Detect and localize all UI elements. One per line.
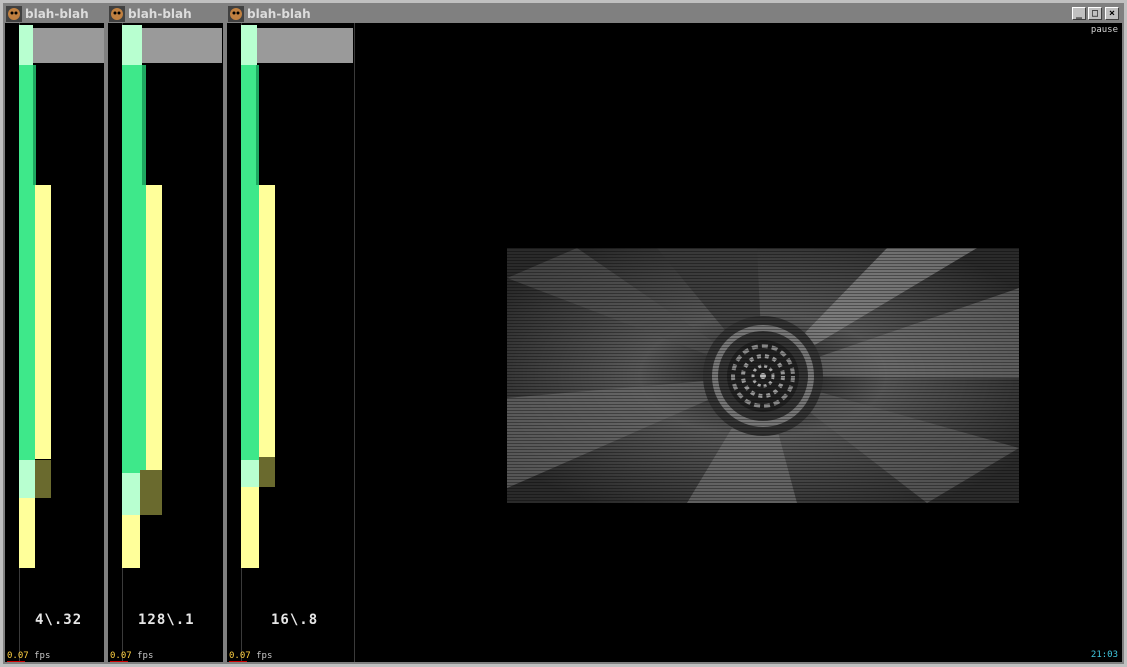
- app-logo-icon: [109, 6, 125, 22]
- yellow-bar: [259, 185, 275, 457]
- close-icon: ×: [1108, 8, 1116, 19]
- yellow-bar: [146, 185, 162, 470]
- app-logo-icon: [6, 6, 22, 22]
- ratio-label: 16\.8: [271, 612, 319, 628]
- light-green-lower: [122, 473, 140, 515]
- light-green-bar: [122, 25, 142, 65]
- maximize-button[interactable]: □: [1088, 7, 1102, 20]
- olive-bar: [259, 457, 275, 487]
- main-viewport: 16\.8 0.07 fps pause 21:03: [227, 23, 1122, 662]
- debug-window-2: blah-blah 128\.1 0.07 fps: [106, 3, 225, 664]
- close-button[interactable]: ×: [1105, 7, 1119, 20]
- window-title-bar[interactable]: blah-blah: [108, 5, 223, 23]
- yellow-lower-bar: [241, 487, 259, 568]
- olive-bar: [140, 470, 162, 515]
- profiler-graph: 4\.32 0.07 fps: [5, 23, 104, 662]
- olive-bar: [35, 460, 51, 498]
- yellow-lower-bar: [122, 515, 140, 568]
- window-title-bar[interactable]: blah-blah: [5, 5, 104, 23]
- window-title: blah-blah: [247, 7, 311, 21]
- render-preview-image: [507, 248, 1019, 503]
- ratio-label: 128\.1: [138, 612, 195, 628]
- ratio-label: 4\.32: [35, 612, 83, 628]
- debug-window-1: blah-blah 4\.32 0.07 fps: [3, 3, 106, 664]
- window-title: blah-blah: [128, 7, 192, 21]
- profiler-graph: 128\.1 0.07 fps: [108, 23, 223, 662]
- fps-readout: 0.07 fps: [7, 651, 51, 662]
- pause-label[interactable]: pause: [1091, 25, 1118, 35]
- fps-readout: 0.07 fps: [110, 651, 154, 662]
- light-green-lower: [19, 460, 35, 498]
- gray-band: [241, 28, 353, 63]
- green-bar-edge: [33, 65, 36, 185]
- yellow-bar: [35, 185, 51, 459]
- light-green-bar: [19, 25, 33, 65]
- window-title: blah-blah: [25, 7, 89, 21]
- light-green-bar: [241, 25, 257, 65]
- profiler-graph: 16\.8 0.07 fps: [227, 23, 355, 662]
- window-title-bar[interactable]: blah-blah _ □ ×: [227, 5, 1122, 23]
- light-green-lower: [241, 460, 259, 487]
- maximize-icon: □: [1091, 8, 1099, 19]
- app-logo-icon: [228, 6, 244, 22]
- clock-readout: 21:03: [1090, 650, 1118, 660]
- main-window: blah-blah _ □ × 16\.8 0.07 fps pause 21:…: [225, 3, 1124, 664]
- green-bar-edge: [256, 65, 259, 185]
- fps-readout: 0.07 fps: [229, 651, 273, 662]
- green-bar-edge: [142, 65, 146, 185]
- yellow-lower-bar: [19, 498, 35, 568]
- minimize-icon: _: [1075, 8, 1083, 19]
- minimize-button[interactable]: _: [1072, 7, 1086, 20]
